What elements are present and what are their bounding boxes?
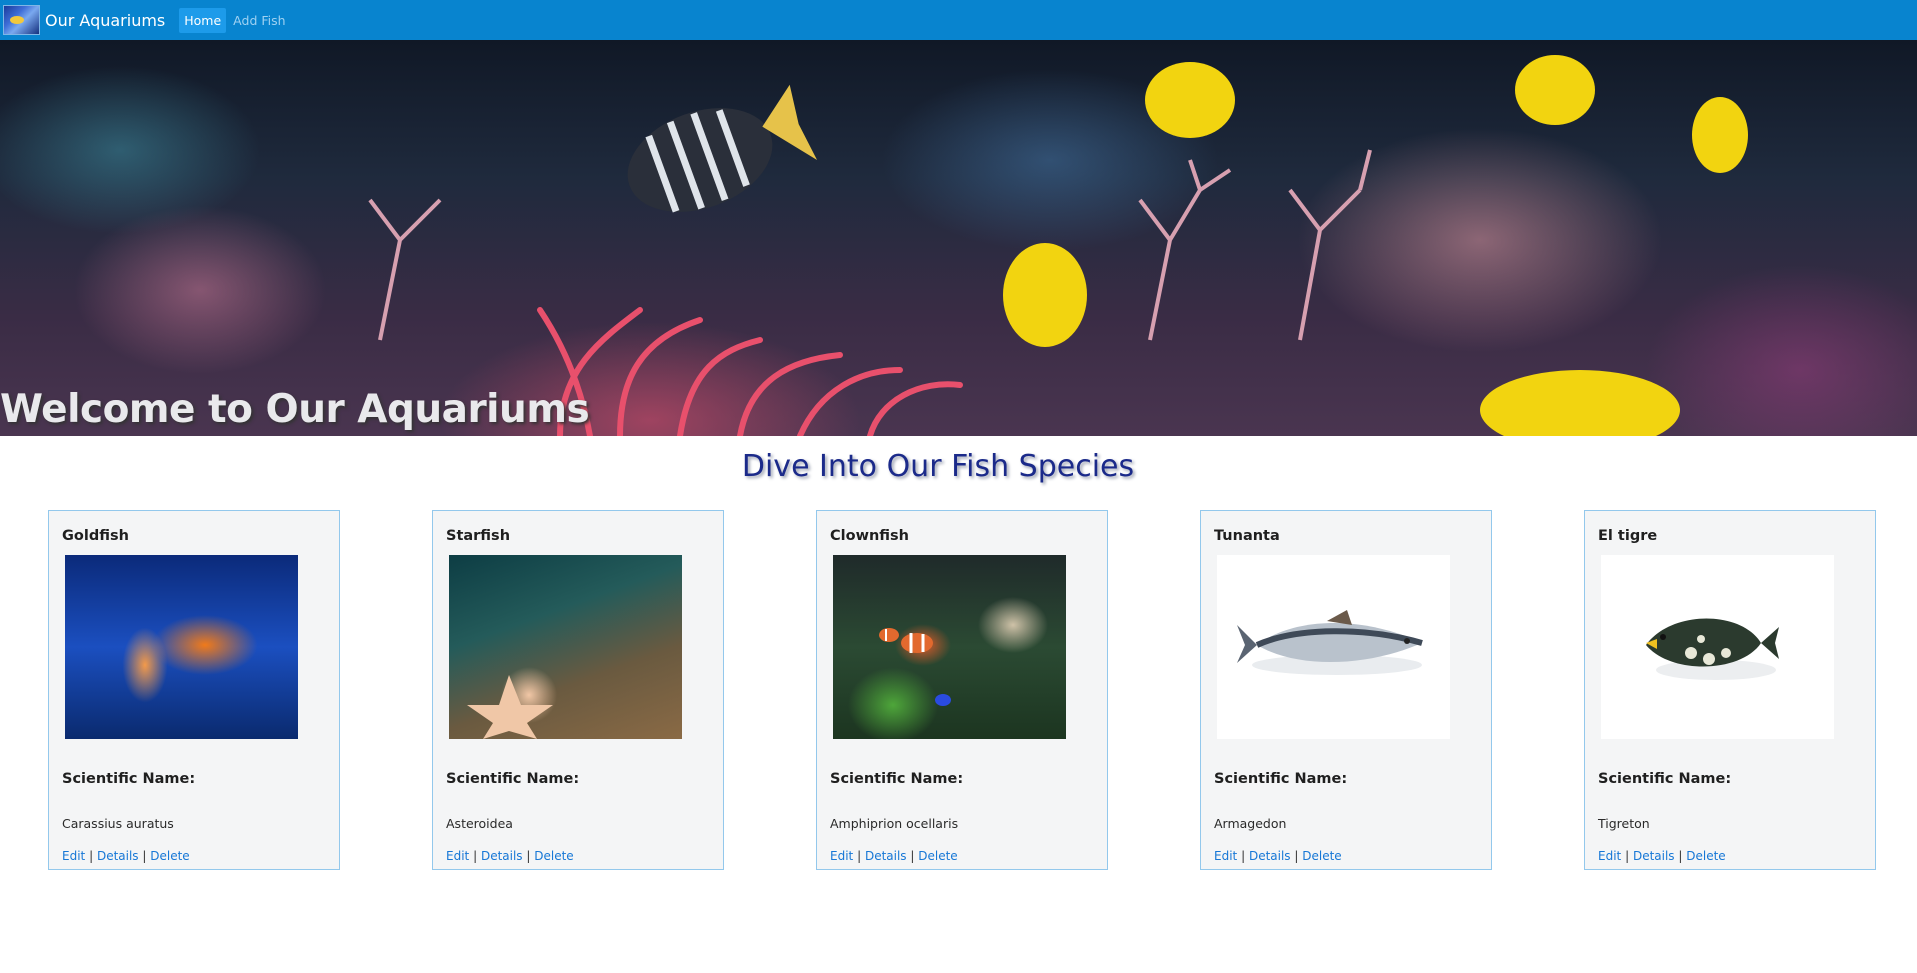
fish-card-starfish: Starfish Scientific Name: Asteroidea Edi…: [432, 510, 724, 870]
scientific-name-value: Tigreton: [1598, 816, 1650, 831]
fish-card-el-tigre: El tigre Scientific Name: Tigreton Edit …: [1584, 510, 1876, 870]
hero-title: Welcome to Our Aquariums: [0, 387, 590, 432]
card-actions: Edit | Details | Delete: [62, 849, 190, 863]
nav-add-fish-link[interactable]: Add Fish: [228, 8, 290, 33]
clownfish-image: [833, 555, 1066, 739]
separator: |: [910, 849, 915, 863]
separator: |: [526, 849, 531, 863]
edit-link[interactable]: Edit: [446, 849, 469, 863]
card-actions: Edit | Details | Delete: [446, 849, 574, 863]
edit-link[interactable]: Edit: [62, 849, 85, 863]
delete-link[interactable]: Delete: [918, 849, 957, 863]
scientific-name-value: Amphiprion ocellaris: [830, 816, 959, 831]
navbar: Our Aquariums Home Add Fish: [0, 0, 1917, 40]
scientific-name-value: Carassius auratus: [62, 816, 174, 831]
details-link[interactable]: Details: [865, 849, 907, 863]
hero-banner: Welcome to Our Aquariums: [0, 40, 1917, 436]
aquarium-logo-icon: [3, 5, 40, 35]
details-link[interactable]: Details: [481, 849, 523, 863]
fish-name: Goldfish: [62, 528, 129, 544]
details-link[interactable]: Details: [1633, 849, 1675, 863]
scientific-name-value: Armagedon: [1214, 816, 1287, 831]
brand-name: Our Aquariums: [45, 10, 166, 30]
details-link[interactable]: Details: [1249, 849, 1291, 863]
scientific-name-label: Scientific Name:: [1598, 771, 1732, 787]
scientific-name-label: Scientific Name:: [446, 771, 580, 787]
goldfish-image: [65, 555, 298, 739]
fish-card-tunanta: Tunanta Scientific Name: Armagedon Edit …: [1200, 510, 1492, 870]
card-actions: Edit | Details | Delete: [1598, 849, 1726, 863]
triggerfish-image: [1601, 555, 1834, 739]
fish-card-clownfish: Clownfish Scientific Name: Amphiprion oc…: [816, 510, 1108, 870]
fish-name: Tunanta: [1214, 528, 1280, 544]
fish-name: Clownfish: [830, 528, 909, 544]
details-link[interactable]: Details: [97, 849, 139, 863]
delete-link[interactable]: Delete: [1686, 849, 1725, 863]
scientific-name-value: Asteroidea: [446, 816, 513, 831]
scientific-name-label: Scientific Name:: [830, 771, 964, 787]
delete-link[interactable]: Delete: [150, 849, 189, 863]
nav-home-link[interactable]: Home: [179, 7, 227, 33]
separator: |: [89, 849, 94, 863]
separator: |: [1294, 849, 1299, 863]
separator: |: [857, 849, 862, 863]
section-title: Dive Into Our Fish Species: [741, 449, 1135, 484]
starfish-image: [449, 555, 682, 739]
nav-links: Home Add Fish: [179, 0, 290, 40]
separator: |: [473, 849, 478, 863]
scientific-name-label: Scientific Name:: [62, 771, 196, 787]
edit-link[interactable]: Edit: [1214, 849, 1237, 863]
brand-link[interactable]: Our Aquariums: [3, 0, 165, 40]
reef-illustration: [368, 55, 1748, 436]
delete-link[interactable]: Delete: [1302, 849, 1341, 863]
scientific-name-label: Scientific Name:: [1214, 771, 1348, 787]
card-actions: Edit | Details | Delete: [1214, 849, 1342, 863]
fish-name: El tigre: [1598, 528, 1658, 544]
fish-card-goldfish: Goldfish Scientific Name: Carassius aura…: [48, 510, 340, 870]
fish-name: Starfish: [446, 528, 511, 544]
separator: |: [1678, 849, 1683, 863]
delete-link[interactable]: Delete: [534, 849, 573, 863]
separator: |: [1241, 849, 1246, 863]
card-actions: Edit | Details | Delete: [830, 849, 958, 863]
tuna-image: [1217, 555, 1450, 739]
separator: |: [1625, 849, 1630, 863]
edit-link[interactable]: Edit: [1598, 849, 1621, 863]
separator: |: [142, 849, 147, 863]
edit-link[interactable]: Edit: [830, 849, 853, 863]
